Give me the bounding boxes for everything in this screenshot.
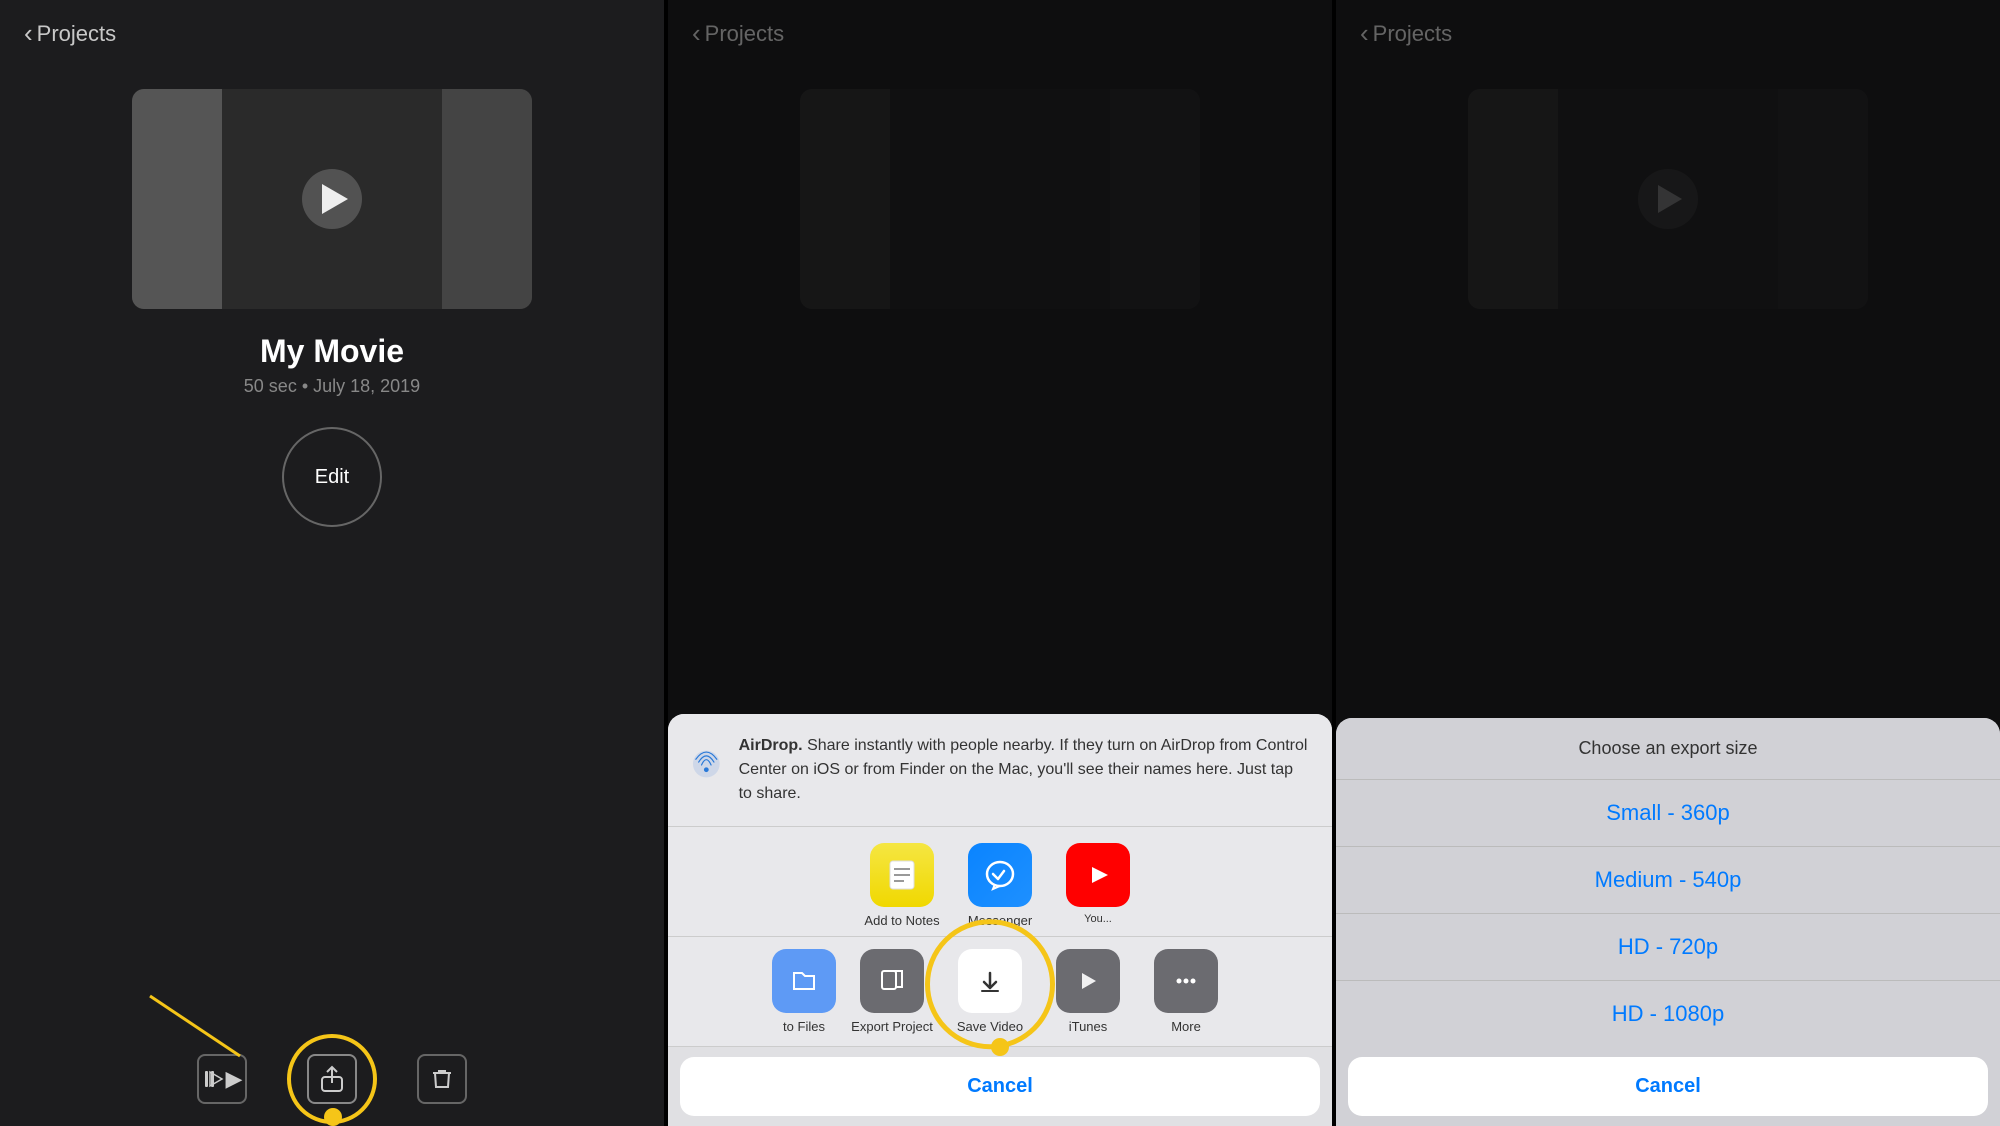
movie-meta: 50 sec • July 18, 2019: [244, 376, 420, 397]
back-button-1[interactable]: ‹ Projects: [24, 18, 116, 49]
airdrop-text: AirDrop. Share instantly with people nea…: [739, 734, 1308, 806]
action-item-more[interactable]: More: [1141, 949, 1231, 1034]
chevron-icon-1: ‹: [24, 18, 33, 49]
app-item-youtube[interactable]: You...: [1053, 843, 1143, 928]
airdrop-title: AirDrop.: [739, 737, 803, 754]
action-row: to Files Export Project: [668, 937, 1332, 1047]
video-thumbnail[interactable]: [132, 89, 532, 309]
export-proj-svg: [878, 967, 906, 995]
more-icon: [1154, 949, 1218, 1013]
panel-2: ‹ Projects AirDrop. Share instantly wi: [668, 0, 1332, 1126]
export-proj-icon: [860, 949, 924, 1013]
notes-icon: [870, 843, 934, 907]
play-triangle: [322, 184, 348, 214]
export-option-360p[interactable]: Small - 360p: [1336, 780, 2000, 847]
nav-bar-1: ‹ Projects: [0, 0, 664, 59]
cancel-button-3[interactable]: Cancel: [1348, 1057, 1988, 1116]
cancel-button-2[interactable]: Cancel: [680, 1057, 1320, 1116]
export-option-540p[interactable]: Medium - 540p: [1336, 847, 2000, 914]
files-icon: [772, 949, 836, 1013]
app-label-messenger: Messenger: [968, 913, 1032, 928]
airdrop-desc-text: Share instantly with people nearby. If t…: [739, 737, 1308, 802]
play-btn-icon: [202, 1067, 226, 1091]
nav-title-1: Projects: [37, 21, 116, 47]
share-btn-wrapper: [307, 1054, 357, 1104]
action-label-more: More: [1171, 1019, 1201, 1034]
airdrop-icon: [692, 734, 721, 794]
action-label-itunes: iTunes: [1069, 1019, 1108, 1034]
action-label-save-video: Save Video: [957, 1019, 1023, 1034]
action-item-export-proj[interactable]: Export Project: [847, 949, 937, 1034]
action-label-export-proj: Export Project: [851, 1019, 933, 1034]
youtube-icon: [1066, 843, 1130, 907]
share-sheet: AirDrop. Share instantly with people nea…: [668, 714, 1332, 1126]
app-label-notes: Add to Notes: [864, 913, 939, 928]
export-option-1080p[interactable]: HD - 1080p: [1336, 981, 2000, 1047]
play-button[interactable]: ▶: [197, 1054, 247, 1104]
movie-title: My Movie: [260, 333, 404, 370]
save-video-icon: [958, 949, 1022, 1013]
panel-1: ‹ Projects My Movie 50 sec • July 18, 20…: [0, 0, 664, 1126]
youtube-svg: [1080, 857, 1116, 893]
action-item-save-video[interactable]: Save Video: [945, 949, 1035, 1034]
play-icon: [302, 169, 362, 229]
airdrop-description: AirDrop. Share instantly with people nea…: [739, 737, 1308, 802]
share-icon: [318, 1065, 346, 1093]
delete-button[interactable]: [417, 1054, 467, 1104]
edit-button[interactable]: Edit: [282, 427, 382, 527]
action-item-files[interactable]: to Files: [769, 949, 839, 1034]
action-label-files: to Files: [783, 1019, 825, 1034]
export-sheet: Choose an export size Small - 360p Mediu…: [1336, 718, 2000, 1126]
app-label-youtube: You...: [1084, 913, 1112, 925]
files-svg: [790, 967, 818, 995]
share-button[interactable]: [307, 1054, 357, 1104]
yellow-dot-save-video: [991, 1038, 1009, 1056]
bottom-toolbar: ▶: [0, 1080, 664, 1126]
delete-icon: [430, 1067, 454, 1091]
export-title: Choose an export size: [1336, 718, 2000, 780]
app-row: Add to Notes Messenger: [668, 827, 1332, 937]
thumb-strip-right: [442, 89, 532, 309]
export-option-720p[interactable]: HD - 720p: [1336, 914, 2000, 981]
airdrop-section: AirDrop. Share instantly with people nea…: [668, 714, 1332, 827]
messenger-icon: [968, 843, 1032, 907]
itunes-svg: [1074, 967, 1102, 995]
messenger-svg: [982, 857, 1018, 893]
thumb-main: [222, 89, 442, 309]
more-svg: [1172, 967, 1200, 995]
itunes-icon: [1056, 949, 1120, 1013]
panel1-content: My Movie 50 sec • July 18, 2019 Edit: [0, 59, 664, 1080]
app-item-messenger[interactable]: Messenger: [955, 843, 1045, 928]
action-item-itunes[interactable]: iTunes: [1043, 949, 1133, 1034]
thumb-strip-left: [132, 89, 222, 309]
notes-svg: [884, 857, 920, 893]
panel-3: ‹ Projects Choose an export size Small -…: [1336, 0, 2000, 1126]
app-item-notes[interactable]: Add to Notes: [857, 843, 947, 928]
save-video-svg: [974, 965, 1006, 997]
play-text-icon: ▶: [226, 1066, 243, 1092]
